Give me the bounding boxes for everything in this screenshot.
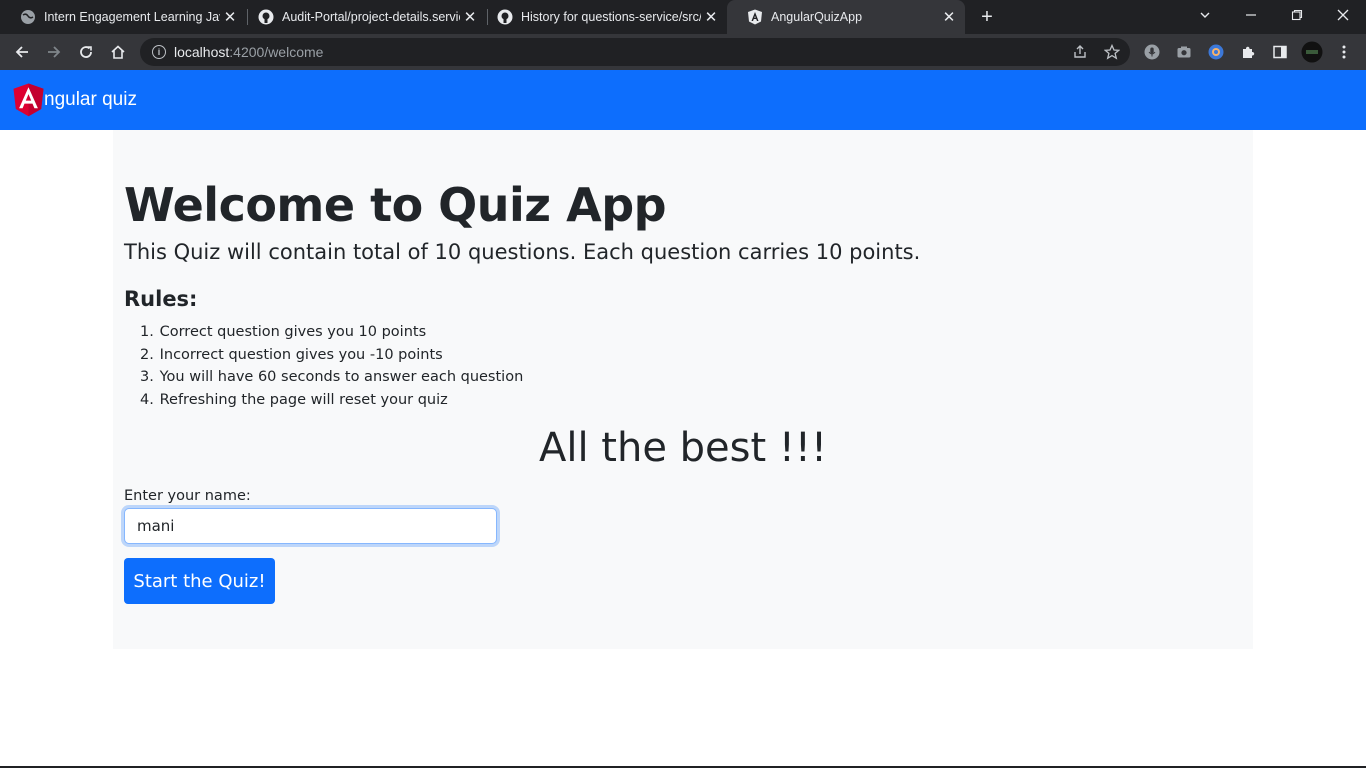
extensions-puzzle-icon[interactable] [1236,40,1260,64]
reload-icon[interactable] [74,40,98,64]
address-bar[interactable]: i localhost:4200/welcome [140,38,1130,66]
restore-icon[interactable] [1274,0,1320,30]
brand-text: ngular quiz [44,89,137,110]
tab-close-icon[interactable]: ✕ [939,7,959,27]
github-icon [497,9,513,25]
tab-history-questions[interactable]: History for questions-service/src/ ✕ [477,0,727,34]
quiz-description: This Quiz will contain total of 10 quest… [124,240,921,264]
side-panel-icon[interactable] [1268,40,1292,64]
rule-text: Refreshing the page will reset your quiz [159,391,448,408]
tab-angular-quiz-app[interactable]: AngularQuizApp ✕ [727,0,965,34]
rule-number: 2. [140,346,154,363]
globe-icon [20,9,36,25]
url-host: localhost [174,44,230,60]
rule-item: 2. Incorrect question gives you -10 poin… [140,344,523,367]
tab-search-icon[interactable] [1182,0,1228,30]
browser-menu-icon[interactable] [1332,40,1356,64]
forward-arrow-icon[interactable] [42,40,66,64]
github-icon [258,9,274,25]
rule-number: 1. [140,324,154,340]
close-window-icon[interactable] [1320,0,1366,30]
rules-heading: Rules: [124,287,198,311]
home-icon[interactable] [106,40,130,64]
rules-list: 1. Correct question gives you 10 points … [140,321,523,411]
rule-item: 4. Refreshing the page will reset your q… [140,389,523,412]
start-quiz-button[interactable]: Start the Quiz! [124,558,275,604]
page-title: Welcome to Quiz App [124,178,667,232]
rule-item: 1. Correct question gives you 10 points [140,321,523,344]
app-navbar: ngular quiz [0,70,1366,130]
rule-item: 3. You will have 60 seconds to answer ea… [140,366,523,389]
rule-text: You will have 60 seconds to answer each … [159,369,524,386]
tab-audit-portal[interactable]: Audit-Portal/project-details.service ✕ [238,0,486,34]
vpn-extension-icon[interactable] [1204,40,1228,64]
tab-close-icon[interactable]: ✕ [701,7,721,27]
navbar-brand[interactable]: ngular quiz [13,83,137,117]
rule-text: Incorrect question gives you -10 points [159,346,443,363]
browser-tab-strip: Intern Engagement Learning Java ✕ Audit-… [0,0,1366,34]
rule-number: 4. [140,391,154,408]
bookmark-star-icon[interactable] [1100,40,1124,64]
profile-avatar-icon[interactable] [1300,40,1324,64]
tab-intern-engagement[interactable]: Intern Engagement Learning Java ✕ [0,0,246,34]
tab-close-icon[interactable]: ✕ [220,7,240,27]
back-arrow-icon[interactable] [10,40,34,64]
minimize-icon[interactable] [1228,0,1274,30]
browser-toolbar: i localhost:4200/welcome [0,34,1366,70]
share-icon[interactable] [1068,40,1092,64]
rule-number: 3. [140,369,154,386]
angular-logo-icon [13,83,44,117]
tab-title: AngularQuizApp [771,10,863,24]
url-path: :4200/welcome [229,44,324,60]
camera-extension-icon[interactable] [1172,40,1196,64]
tab-title: Audit-Portal/project-details.service [282,10,460,24]
tab-title: Intern Engagement Learning Java [44,10,220,24]
angular-icon [747,9,763,25]
microphone-extension-icon[interactable] [1140,40,1164,64]
rule-text: Correct question gives you 10 points [159,324,427,340]
name-label: Enter your name: [124,488,251,504]
all-the-best-heading: All the best !!! [538,425,827,471]
tab-title: History for questions-service/src/ [521,10,701,24]
site-info-icon[interactable]: i [152,45,166,59]
name-input[interactable] [124,508,497,544]
new-tab-button[interactable]: + [974,4,1000,30]
welcome-container: Welcome to Quiz App This Quiz will conta… [113,130,1253,649]
